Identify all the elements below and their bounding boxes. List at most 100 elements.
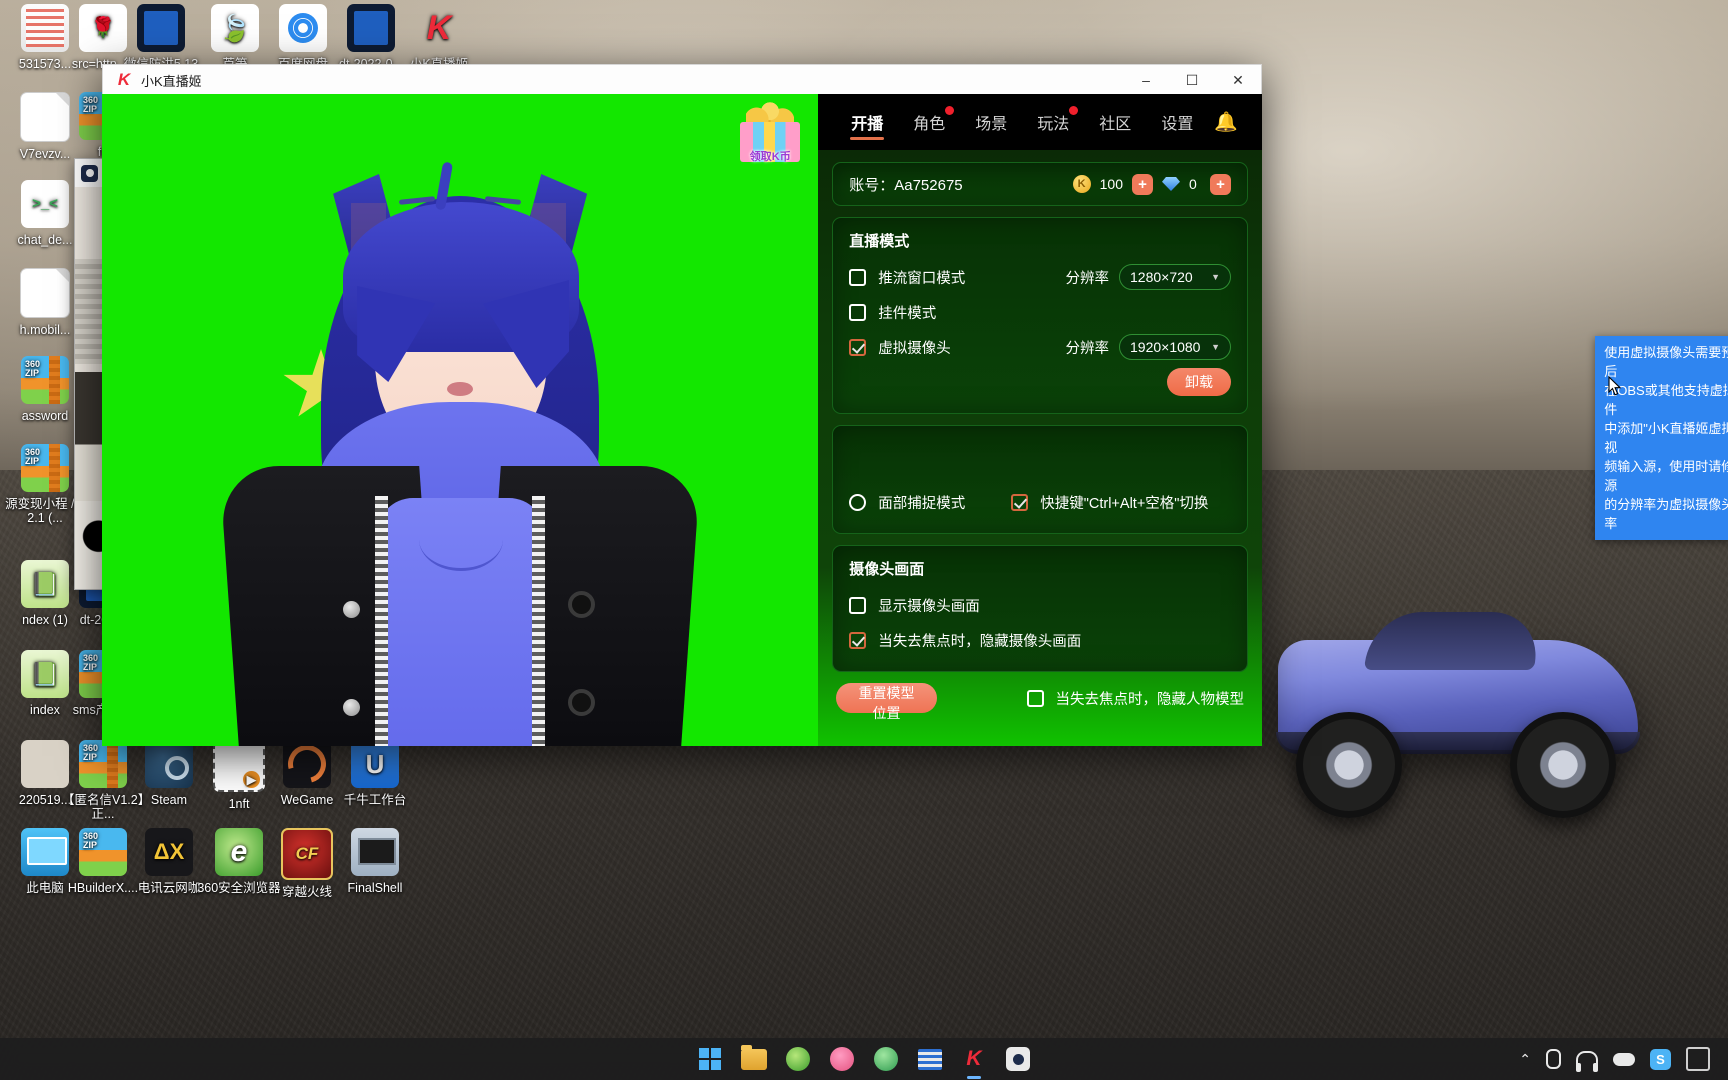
tab-bar[interactable]: 开播 角色 场景 玩法 社区 设置 🔔	[818, 94, 1262, 150]
camera-view-title: 摄像头画面	[849, 561, 925, 578]
camera-row-show: 显示摄像头画面	[849, 590, 1231, 620]
live-mode-row-push-window: 推流窗口模式 分辨率 1280×720 ▼	[849, 262, 1231, 292]
vidstrip-icon	[213, 740, 265, 792]
file-explorer[interactable]	[739, 1044, 769, 1074]
tab-label: 开播	[851, 116, 884, 133]
desktop-icon-32[interactable]: FinalShell	[332, 828, 418, 895]
show-camera-checkbox[interactable]	[849, 596, 867, 614]
leaf-icon	[211, 4, 259, 52]
tab-1[interactable]: 角色	[898, 94, 960, 150]
resolution-select-1[interactable]: 1280×720 ▼	[1119, 264, 1231, 290]
tb-leaf-icon	[786, 1047, 810, 1071]
close-button[interactable]: ✕	[1215, 65, 1261, 95]
sogou-input-icon: S	[1650, 1048, 1671, 1070]
hide-model-on-blur-checkbox[interactable]	[1026, 689, 1044, 707]
headset-icon	[1576, 1051, 1598, 1072]
live-mode-card: 直播模式 推流窗口模式 分辨率 1280×720 ▼ 挂件模式 虚拟摄像头 分辨…	[832, 217, 1248, 414]
tab-3[interactable]: 玩法	[1022, 94, 1084, 150]
system-tray[interactable]: ⌃ S	[1519, 1047, 1728, 1072]
panel-footer: 重置模型位置 当失去焦点时，隐藏人物模型	[832, 683, 1248, 721]
live-mode-row-virtual-cam: 虚拟摄像头 分辨率 1920×1080 ▼	[849, 332, 1231, 362]
live-mode-row-uninstall: 卸载	[849, 367, 1231, 397]
zip-icon	[79, 740, 127, 788]
virtual-camera-tooltip: 使用虚拟摄像头需要预先安装，然后在OBS或其他支持虚拟摄像头的软件中添加"小K直…	[1595, 336, 1728, 540]
video-icon	[137, 4, 185, 52]
push-window-mode-label: 推流窗口模式	[878, 270, 966, 287]
resolution-value-2: 1920×1080	[1130, 339, 1201, 355]
tab-label: 角色	[913, 116, 946, 133]
camera-view-card: 摄像头画面 显示摄像头画面 当失去焦点时，隐藏摄像头画面	[832, 545, 1248, 672]
bell-icon[interactable]: 🔔	[1208, 110, 1244, 134]
widget-mode-checkbox[interactable]	[849, 303, 867, 321]
app-titlebar[interactable]: 小K直播姬 – ☐ ✕	[102, 64, 1262, 95]
desktop-icon-6[interactable]: 小K直播姬	[396, 4, 482, 71]
hide-camera-on-blur-checkbox[interactable]	[849, 631, 867, 649]
xiaok-live-app[interactable]: K	[959, 1044, 989, 1074]
tab-0[interactable]: 开播	[836, 94, 898, 150]
steam-icon	[145, 740, 193, 788]
maximize-button[interactable]: ☐	[1169, 65, 1215, 95]
gamepad-icon[interactable]	[1613, 1052, 1635, 1066]
browser-app[interactable]	[871, 1044, 901, 1074]
tooltip-line-1: 在OBS或其他支持虚拟摄像头的软件	[1604, 383, 1728, 417]
tooltip-line-2: 中添加"小K直播姬虚拟摄像头"作为视	[1604, 421, 1728, 455]
model-preview-greenscreen[interactable]: 领取K币	[102, 94, 819, 746]
tray-extra-icon[interactable]	[1686, 1047, 1710, 1071]
chevron-down-icon: ▼	[1211, 272, 1220, 282]
xiaok-live-app-window[interactable]: 小K直播姬 – ☐ ✕ 领取K币	[102, 64, 1728, 746]
windows-taskbar[interactable]: K ⌃ S	[0, 1038, 1728, 1080]
fs-icon	[351, 828, 399, 876]
start-button[interactable]	[695, 1044, 725, 1074]
desktop-icon-26[interactable]: 千牛工作台	[332, 740, 418, 807]
minimize-button[interactable]: –	[1123, 65, 1169, 95]
gift-box-icon[interactable]: 领取K币	[738, 100, 802, 164]
notification-dot-icon	[945, 106, 955, 115]
k-icon	[415, 4, 463, 52]
tb-rose-icon	[830, 1047, 854, 1071]
sogou-input-icon[interactable]: S	[1650, 1048, 1671, 1070]
desktop-icon-label: FinalShell	[347, 881, 403, 895]
tab-2[interactable]: 场景	[960, 94, 1022, 150]
push-window-mode-checkbox[interactable]	[849, 268, 867, 286]
resolution-value-1: 1280×720	[1130, 269, 1193, 285]
control-panel: 开播 角色 场景 玩法 社区 设置 🔔 账号：Aa752675 K 100 + 0 +	[818, 94, 1728, 746]
tooltip-line-3: 频输入源，使用时请修改视频输入源	[1604, 459, 1728, 493]
k-logo-icon	[113, 69, 135, 91]
add-coin-button[interactable]: +	[1132, 173, 1153, 195]
face-capture-label: 面部捕捉模式	[878, 495, 966, 512]
vtuber-model[interactable]	[219, 106, 701, 746]
tab-4[interactable]: 社区	[1084, 94, 1146, 150]
tb-iris-icon	[1006, 1047, 1030, 1071]
hotkey-toggle-checkbox[interactable]	[1011, 493, 1029, 511]
rose-app[interactable]	[827, 1044, 857, 1074]
tb-folder-icon	[741, 1044, 767, 1070]
taskbar-app-list[interactable]: K	[695, 1044, 1033, 1074]
uninstall-button[interactable]: 卸载	[1167, 368, 1231, 396]
wallpaper-sportscar	[1248, 600, 1668, 850]
tab-5[interactable]: 设置	[1146, 94, 1208, 150]
headset-icon[interactable]	[1576, 1051, 1598, 1072]
chevron-down-icon: ▼	[1211, 342, 1220, 352]
mouse-icon[interactable]	[1546, 1049, 1561, 1069]
tab-label: 场景	[975, 116, 1008, 133]
mouse-icon	[1546, 1049, 1561, 1069]
account-label: 账号：Aa752675	[849, 176, 963, 194]
reset-model-position-button[interactable]: 重置模型位置	[836, 683, 937, 721]
widget-mode-label: 挂件模式	[878, 305, 937, 322]
news-app[interactable]	[915, 1044, 945, 1074]
iriun-webcam[interactable]	[1003, 1044, 1033, 1074]
add-gem-button[interactable]: +	[1210, 173, 1231, 195]
halfbody-capture-radio[interactable]	[849, 459, 866, 476]
show-hidden-icons[interactable]: ⌃	[1519, 1051, 1531, 1068]
face-capture-radio[interactable]	[849, 493, 867, 511]
resolution-label-2: 分辨率	[1065, 340, 1110, 357]
halfbody-capture-label: 半身捕捉模式	[878, 457, 965, 478]
resolution-select-2[interactable]: 1920×1080 ▼	[1119, 334, 1231, 360]
tab-underline	[850, 137, 885, 140]
hide-model-on-blur-label: 当失去焦点时，隐藏人物模型	[1055, 691, 1245, 708]
virtual-camera-checkbox[interactable]	[849, 338, 867, 356]
gift-badge-label: 领取K币	[749, 151, 791, 163]
lvdou-browser[interactable]	[783, 1044, 813, 1074]
app-title: 小K直播姬	[141, 73, 202, 89]
mouse-cursor-icon	[1608, 376, 1622, 396]
